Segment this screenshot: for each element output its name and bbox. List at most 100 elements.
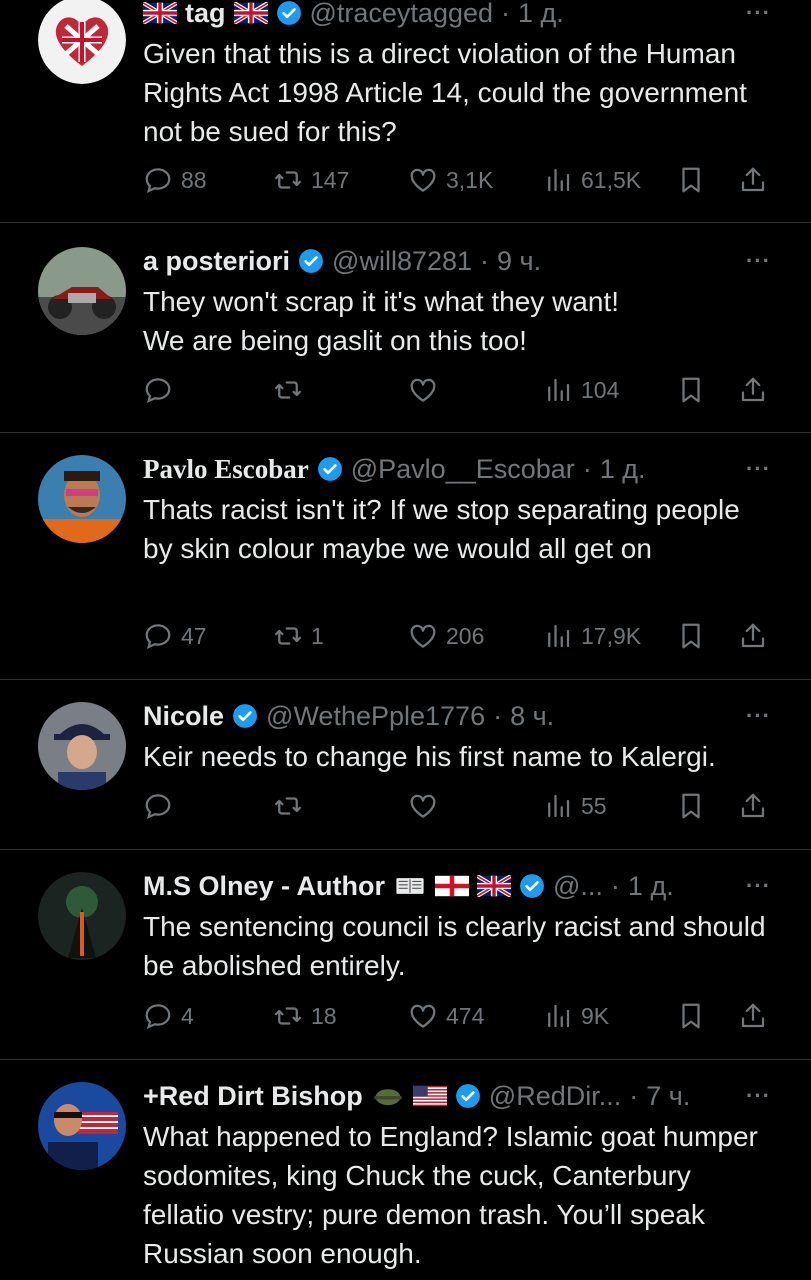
timestamp[interactable]: 1 д.: [600, 452, 646, 486]
tweet-red-dirt-bishop[interactable]: +Red Dirt Bishop @RedDir... · 7 ч. ··· W…: [0, 1060, 811, 1280]
action-bar: 55: [143, 786, 773, 826]
display-name[interactable]: M.S Olney - Author: [143, 869, 385, 903]
more-icon[interactable]: ···: [746, 703, 771, 729]
handle[interactable]: @will87281: [332, 244, 472, 278]
views-button[interactable]: 9K: [543, 996, 609, 1036]
reply-button[interactable]: [143, 786, 173, 826]
repost-button[interactable]: 1: [273, 616, 324, 656]
bookmark-button[interactable]: [676, 370, 706, 410]
avatar[interactable]: [38, 247, 126, 335]
display-name[interactable]: +Red Dirt Bishop: [143, 1079, 363, 1113]
tweet-header: Pavlo Escobar @Pavlo__Escobar · 1 д.: [143, 452, 731, 486]
views-button[interactable]: 55: [543, 786, 607, 826]
reply-button[interactable]: 88: [143, 160, 207, 200]
tweet-header: tag @traceytagged · 1 д.: [143, 0, 731, 30]
share-button[interactable]: [738, 616, 768, 656]
like-count: 3,1K: [446, 166, 494, 193]
views-button[interactable]: 61,5K: [543, 160, 641, 200]
timestamp[interactable]: 9 ч.: [497, 244, 541, 278]
more-icon[interactable]: ···: [746, 456, 771, 482]
action-bar: 47 1 206 17,9K: [143, 616, 773, 656]
more-icon[interactable]: ···: [746, 1083, 771, 1109]
reply-button[interactable]: [143, 370, 173, 410]
like-icon: [408, 1001, 438, 1031]
tweet-wethepple1776[interactable]: Nicole @WethePple1776 · 8 ч. ··· Keir ne…: [0, 680, 811, 850]
repost-button[interactable]: [273, 786, 303, 826]
views-button[interactable]: 104: [543, 370, 619, 410]
avatar[interactable]: [38, 455, 126, 543]
tweet-traceytagged[interactable]: tag @traceytagged · 1 д. ··· Given that …: [0, 0, 811, 223]
verified-badge-icon: [232, 703, 258, 729]
avatar[interactable]: [38, 872, 126, 960]
repost-button[interactable]: [273, 370, 303, 410]
like-button[interactable]: 206: [408, 616, 484, 656]
repost-button[interactable]: 18: [273, 996, 337, 1036]
like-icon: [408, 621, 438, 651]
separator: ·: [582, 454, 592, 484]
more-icon[interactable]: ···: [746, 873, 771, 899]
repost-count: 147: [311, 166, 350, 193]
display-name[interactable]: a posteriori: [143, 244, 290, 278]
bookmark-button[interactable]: [676, 616, 706, 656]
bookmark-icon: [676, 1001, 706, 1031]
share-button[interactable]: [738, 370, 768, 410]
like-button[interactable]: [408, 786, 438, 826]
display-name[interactable]: Nicole: [143, 699, 224, 733]
tweet-header: M.S Olney - Author @... · 1 д.: [143, 869, 731, 903]
bookmark-icon: [676, 791, 706, 821]
reply-button[interactable]: 4: [143, 996, 194, 1036]
timestamp[interactable]: 1 д.: [628, 869, 674, 903]
reply-button[interactable]: 47: [143, 616, 207, 656]
reply-count: 4: [181, 1002, 194, 1029]
tweet-header: a posteriori @will87281 · 9 ч.: [143, 244, 731, 278]
share-button[interactable]: [738, 786, 768, 826]
display-name[interactable]: Pavlo Escobar: [143, 452, 309, 486]
timestamp[interactable]: 1 д.: [518, 0, 564, 30]
handle[interactable]: @traceytagged: [310, 0, 494, 30]
verified-badge-icon: [298, 248, 324, 274]
like-button[interactable]: [408, 370, 438, 410]
display-name[interactable]: tag: [185, 0, 226, 30]
share-button[interactable]: [738, 160, 768, 200]
views-count: 9K: [581, 1002, 610, 1029]
share-button[interactable]: [738, 996, 768, 1036]
like-button[interactable]: 474: [408, 996, 484, 1036]
tweet-ms-olney[interactable]: M.S Olney - Author @... · 1 д. ··· The s…: [0, 850, 811, 1060]
avatar[interactable]: [38, 1082, 126, 1170]
verified-badge-icon: [276, 0, 302, 26]
handle[interactable]: @...: [553, 869, 603, 903]
avatar[interactable]: [38, 0, 126, 84]
avatar[interactable]: [38, 702, 126, 790]
share-icon: [738, 165, 768, 195]
bookmark-button[interactable]: [676, 786, 706, 826]
bookmark-button[interactable]: [676, 160, 706, 200]
tweet-text: Thats racist isn't it? If we stop separa…: [143, 494, 740, 564]
tweet-pavlo-escobar[interactable]: Pavlo Escobar @Pavlo__Escobar · 1 д. ···…: [0, 433, 811, 680]
share-icon: [738, 621, 768, 651]
views-button[interactable]: 17,9K: [543, 616, 641, 656]
handle[interactable]: @WethePple1776: [266, 699, 485, 733]
views-count: 55: [581, 792, 607, 819]
more-icon[interactable]: ···: [746, 248, 771, 274]
repost-button[interactable]: 147: [273, 160, 349, 200]
share-icon: [738, 375, 768, 405]
handle[interactable]: @RedDir...: [489, 1079, 621, 1113]
uk-flag-icon: [477, 875, 511, 897]
action-bar: 88 147 3,1K 61,5K: [143, 160, 773, 200]
timestamp[interactable]: 8 ч.: [510, 699, 554, 733]
bookmark-button[interactable]: [676, 996, 706, 1036]
like-button[interactable]: 3,1K: [408, 160, 493, 200]
tweet-will87281[interactable]: a posteriori @will87281 · 9 ч. ··· They …: [0, 223, 811, 433]
reply-icon: [143, 165, 173, 195]
handle[interactable]: @Pavlo__Escobar: [351, 452, 575, 486]
tweet-text: Given that this is a direct violation of…: [143, 38, 747, 147]
like-icon: [408, 791, 438, 821]
separator: ·: [493, 701, 503, 731]
tweet-text: They won't scrap it it's what they want!…: [143, 282, 771, 360]
verified-badge-icon: [455, 1083, 481, 1109]
reply-count: 88: [181, 166, 207, 193]
views-count: 104: [581, 376, 620, 403]
timestamp[interactable]: 7 ч.: [646, 1079, 690, 1113]
more-icon[interactable]: ···: [746, 0, 771, 26]
like-count: 474: [446, 1002, 485, 1029]
